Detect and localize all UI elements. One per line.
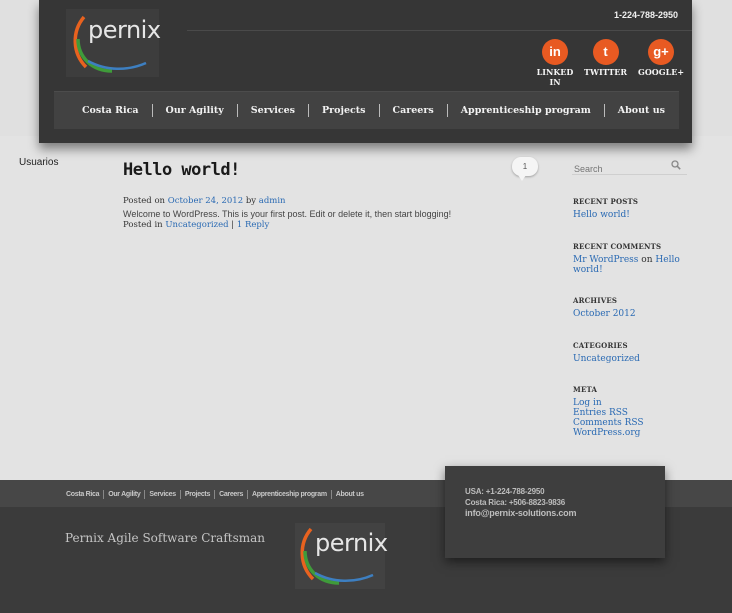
header-divider [187,30,692,31]
footer-logo-text: pernix [315,529,388,557]
meta-separator: | [231,220,235,230]
nav-careers[interactable]: Careers [380,104,448,117]
recent-posts-heading: RECENT POSTS [573,197,639,206]
posted-on-label: Posted on [123,196,166,206]
comment-on-text: on [641,255,653,265]
meta-login-link[interactable]: Log in [573,398,602,408]
category-link[interactable]: Uncategorized [573,354,640,364]
footer-nav-costa-rica[interactable]: Costa Rica [66,490,105,499]
logo-text: pernix [88,16,161,44]
social-google-plus[interactable]: g+ GOOGLE+ [638,39,684,77]
archives-heading: ARCHIVES [573,296,618,305]
comment-author-link[interactable]: Mr WordPress [573,255,638,265]
social-linkedin[interactable]: in LINKED IN [536,39,574,87]
meta-wordpress-org-link[interactable]: WordPress.org [573,428,640,438]
search-icon[interactable] [671,160,681,170]
post-author-link[interactable]: admin [259,196,286,206]
site-header: pernix 1-224-788-2950 in LINKED IN t TWI… [39,0,692,143]
usuarios-label: Usuarios [19,157,59,168]
meta-comments-rss-link[interactable]: Comments RSS [573,418,644,428]
by-label: by [245,196,257,206]
nav-services[interactable]: Services [238,104,310,117]
recent-post-link[interactable]: Hello world! [573,210,630,220]
nav-apprenticeship-program[interactable]: Apprenticeship program [448,104,605,117]
main-nav: Costa Rica Our Agility Services Projects… [54,91,679,129]
post-date-link[interactable]: October 24, 2012 [168,196,243,206]
linkedin-icon: in [542,39,568,65]
contact-costa-rica-phone: Costa Rica: +506-8823-9836 [465,498,565,507]
meta-entries-rss-link[interactable]: Entries RSS [573,408,628,418]
comment-count-badge[interactable]: 1 [512,157,538,181]
footer-logo[interactable]: pernix [295,523,388,589]
social-google-plus-label: GOOGLE+ [638,67,685,77]
contact-email[interactable]: info@pernix-solutions.com [465,508,665,519]
tumblr-icon: t [592,39,619,65]
search-input[interactable] [572,162,672,176]
archive-link[interactable]: October 2012 [573,309,636,319]
nav-about-us[interactable]: About us [605,104,678,117]
comment-post-link-continued[interactable]: world! [573,265,603,275]
post-meta: Posted on October 24, 2012 by admin [123,196,286,206]
recent-comments-heading: RECENT COMMENTS [573,242,662,251]
post-footer-meta: Posted in Uncategorized | 1 Reply [123,220,269,230]
comment-post-link[interactable]: Hello [655,255,679,265]
footer-nav-our-agility[interactable]: Our Agility [104,490,146,499]
post-category-link[interactable]: Uncategorized [165,220,228,230]
contact-usa-phone: USA: +1-224-788-2950 [465,487,545,496]
meta-heading: META [573,385,598,394]
footer-nav-projects[interactable]: Projects [181,490,216,499]
recent-comment-item: Mr WordPress on Hello [573,255,680,265]
contact-box: USA: +1-224-788-2950 Costa Rica: +506-88… [445,466,665,558]
site-logo[interactable]: pernix [66,9,161,77]
nav-projects[interactable]: Projects [309,104,380,117]
search-form [572,157,687,176]
header-phone: 1-224-788-2950 [613,10,678,20]
social-linkedin-label: LINKED IN [536,67,574,87]
footer-nav-careers[interactable]: Careers [215,490,249,499]
categories-heading: CATEGORIES [573,341,628,350]
footer-nav-about-us[interactable]: About us [332,490,368,499]
footer-nav-apprenticeship[interactable]: Apprenticeship program [248,490,332,499]
nav-costa-rica[interactable]: Costa Rica [82,104,153,117]
footer-tagline: Pernix Agile Software Craftsman [65,531,266,545]
nav-our-agility[interactable]: Our Agility [153,104,238,117]
footer-nav-services[interactable]: Services [145,490,181,499]
social-twitter-label: TWITTER [584,67,628,77]
posted-in-label: Posted in [123,220,163,230]
footer-nav: Costa Rica Our Agility Services Projects… [66,490,368,499]
post-title[interactable]: Hello world! [123,160,240,180]
social-twitter[interactable]: t TWITTER [584,39,627,77]
google-plus-icon: g+ [648,39,675,65]
post-reply-link[interactable]: 1 Reply [237,220,270,230]
post-content: Welcome to WordPress. This is your first… [123,209,452,219]
